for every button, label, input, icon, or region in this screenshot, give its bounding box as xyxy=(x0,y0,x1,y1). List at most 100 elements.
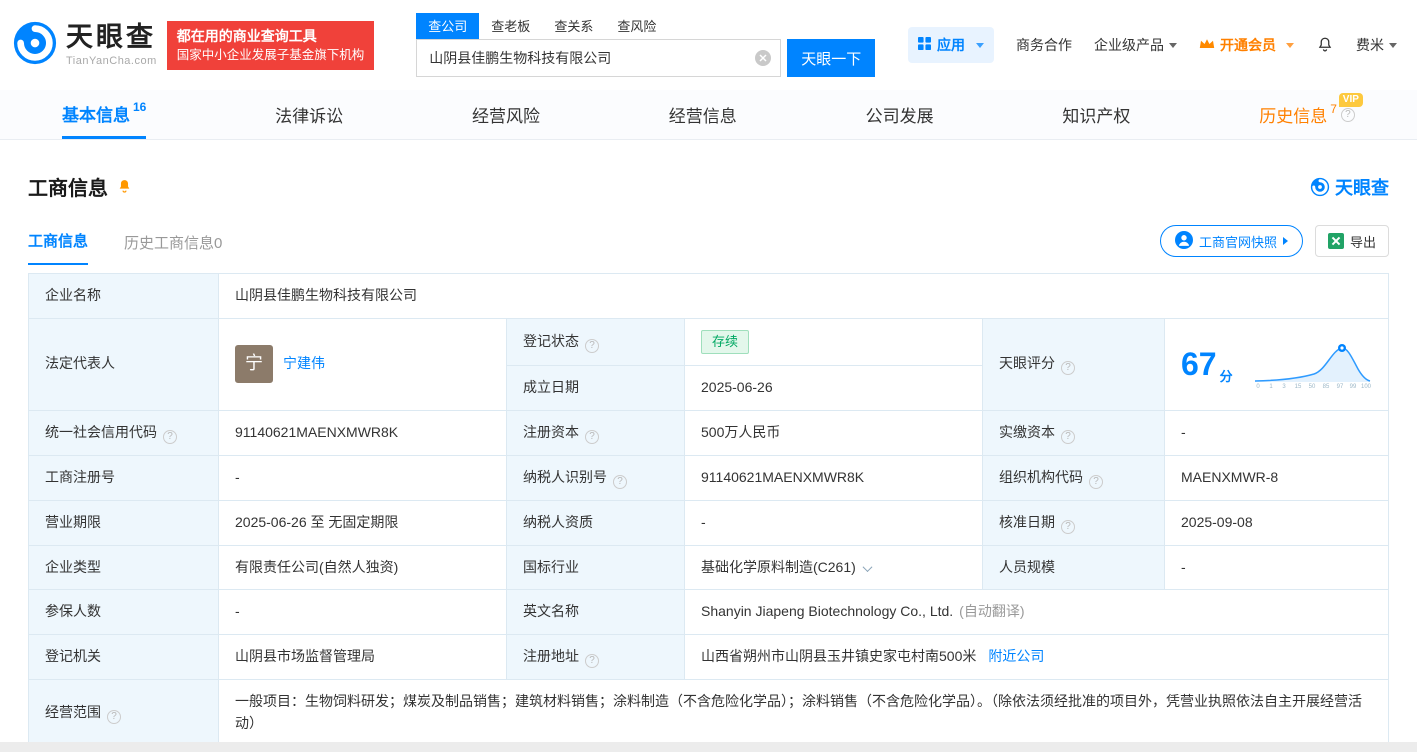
page-bottom-strip xyxy=(0,742,1417,752)
business-term-value: 2025-06-26 至 无固定期限 xyxy=(235,513,399,530)
chevron-down-icon xyxy=(1286,42,1294,48)
legal-rep-avatar[interactable]: 宁 xyxy=(235,345,273,384)
help-icon[interactable]: ? xyxy=(585,338,599,353)
tab-basic-info[interactable]: 基本信息 16 xyxy=(62,90,147,139)
help-icon[interactable]: ? xyxy=(1061,519,1075,534)
table-row: 营业期限 2025-06-26 至 无固定期限 纳税人资质 - 核准日期? 20… xyxy=(28,499,1389,546)
tab-intellectual-property[interactable]: 知识产权 xyxy=(1062,90,1130,139)
official-snapshot-button[interactable]: 工商官网快照 xyxy=(1159,225,1303,257)
main-content: 工商信息 天眼查 工商信息 历史工商信息0 工商官网快照 导出 企业名称 山阴县… xyxy=(0,172,1417,747)
tab-ip-label: 知识产权 xyxy=(1062,107,1131,126)
chevron-down-icon xyxy=(1169,42,1177,48)
notifications-bell-icon[interactable] xyxy=(1316,36,1334,54)
field-label: 组织机构代码 xyxy=(999,468,1083,485)
open-vip-label: 开通会员 xyxy=(1220,37,1276,53)
reg-number-value: - xyxy=(235,468,240,485)
score-value: 67 xyxy=(1181,346,1217,383)
help-icon[interactable]: ? xyxy=(585,653,599,668)
tab-history-count: 7 xyxy=(1330,101,1337,116)
table-row: 经营范围? 一般项目：生物饲料研发；煤炭及制品销售；建筑材料销售；涂料制造（不含… xyxy=(28,678,1389,747)
svg-text:0: 0 xyxy=(1256,384,1260,390)
legal-rep-link[interactable]: 宁建伟 xyxy=(283,353,325,375)
auto-translate-note: (自动翻译) xyxy=(959,603,1025,620)
industry-expand-icon[interactable] xyxy=(862,561,873,572)
status-badge: 存续 xyxy=(701,329,750,354)
chevron-down-icon xyxy=(1389,42,1397,48)
field-label: 纳税人识别号 xyxy=(523,468,607,485)
help-icon[interactable]: ? xyxy=(1089,474,1103,489)
help-icon[interactable]: ? xyxy=(107,709,121,724)
brand-name: 天眼查 xyxy=(66,21,156,52)
business-info-table: 企业名称 山阴县佳鹏生物科技有限公司 法定代表人 宁 宁建伟 登记状态? 存续 … xyxy=(28,273,1389,747)
nearby-companies-link[interactable]: 附近公司 xyxy=(988,648,1044,664)
score-curve-chart: 0 1 3 15 50 85 97 99 100 xyxy=(1254,344,1372,390)
table-row: 企业名称 山阴县佳鹏生物科技有限公司 xyxy=(28,273,1389,319)
slogan-line2: 国家中小企业发展子基金旗下机构 xyxy=(176,47,365,62)
tab-basic-count: 16 xyxy=(133,100,147,114)
business-coop-link[interactable]: 商务合作 xyxy=(1016,35,1072,55)
export-label: 导出 xyxy=(1349,234,1376,250)
open-vip-link[interactable]: 开通会员 xyxy=(1199,35,1294,55)
field-label: 统一社会信用代码 xyxy=(45,423,157,440)
help-icon[interactable]: ? xyxy=(1061,429,1075,444)
help-icon[interactable]: ? xyxy=(163,429,177,444)
clear-search-icon[interactable] xyxy=(755,50,772,66)
help-icon[interactable]: ? xyxy=(1061,361,1075,376)
tab-history-info[interactable]: 历史信息 7 ? VIP xyxy=(1259,90,1363,139)
field-label: 纳税人资质 xyxy=(523,513,593,530)
insured-count-value: - xyxy=(235,603,240,620)
reg-capital-value: 500万人民币 xyxy=(701,423,781,440)
business-scope-value: 一般项目：生物饲料研发；煤炭及制品销售；建筑材料销售；涂料制造（不含危险化学品）… xyxy=(235,692,1362,731)
search-tab-risk[interactable]: 查风险 xyxy=(605,13,668,39)
apps-menu-button[interactable]: 应用 xyxy=(908,27,994,63)
search-tab-company[interactable]: 查公司 xyxy=(416,13,480,39)
credit-code-value: 91140621MAENXMWR8K xyxy=(235,423,399,440)
tianyancha-logo[interactable]: 天眼查 TianYanCha.com xyxy=(12,20,157,71)
arrow-right-icon xyxy=(1282,237,1288,245)
reg-authority-value: 山阴县市场监督管理局 xyxy=(235,648,375,665)
help-icon[interactable]: ? xyxy=(1340,107,1355,122)
establish-date-value: 2025-06-26 xyxy=(701,378,773,395)
field-label: 实缴资本 xyxy=(999,423,1055,440)
search-tab-relation[interactable]: 查关系 xyxy=(542,13,605,39)
field-label: 企业类型 xyxy=(45,558,101,575)
top-bar: 天眼查 TianYanCha.com 都在用的商业查询工具 国家中小企业发展子基… xyxy=(0,0,1417,90)
tab-legal[interactable]: 法律诉讼 xyxy=(275,90,343,139)
crown-icon xyxy=(1199,37,1215,53)
search-tab-boss[interactable]: 查老板 xyxy=(479,13,542,39)
taxpayer-qualification-value: - xyxy=(701,513,706,530)
field-label: 登记状态 xyxy=(523,332,579,349)
search-button[interactable]: 天眼一下 xyxy=(787,39,876,77)
enterprise-products-link[interactable]: 企业级产品 xyxy=(1094,35,1177,55)
subtab-business-info[interactable]: 工商信息 xyxy=(28,230,89,265)
subtabs-row: 工商信息 历史工商信息0 工商官网快照 导出 xyxy=(28,225,1389,265)
watermark-text: 天眼查 xyxy=(1335,177,1389,198)
tab-operating-info[interactable]: 经营信息 xyxy=(669,90,737,139)
export-button[interactable]: 导出 xyxy=(1314,225,1389,257)
tab-risk-label: 经营风险 xyxy=(471,107,540,126)
chevron-down-icon xyxy=(976,42,984,48)
field-label: 英文名称 xyxy=(523,603,579,620)
subtab-history-business-info[interactable]: 历史工商信息0 xyxy=(124,232,222,265)
section-header: 工商信息 天眼查 xyxy=(28,172,1389,201)
score-unit: 分 xyxy=(1219,368,1233,384)
tab-operating-risk[interactable]: 经营风险 xyxy=(472,90,540,139)
table-row: 参保人数 - 英文名称 Shanyin Jiapeng Biotechnolog… xyxy=(28,589,1389,635)
field-label: 经营范围 xyxy=(45,703,101,720)
taxpayer-id-value: 91140621MAENXMWR8K xyxy=(701,468,865,485)
help-icon[interactable]: ? xyxy=(585,429,599,444)
top-right-nav: 应用 商务合作 企业级产品 开通会员 费米 xyxy=(908,27,1397,63)
search-area: 查公司 查老板 查关系 查风险 天眼一下 xyxy=(416,13,876,77)
table-row: 登记机关 山阴县市场监督管理局 注册地址? 山西省朔州市山阴县玉井镇史家屯村南5… xyxy=(28,633,1389,680)
user-menu[interactable]: 费米 xyxy=(1356,35,1397,55)
subscribe-bell-icon[interactable] xyxy=(116,178,133,195)
tab-company-development[interactable]: 公司发展 xyxy=(866,90,934,139)
enterprise-products-label: 企业级产品 xyxy=(1094,37,1164,53)
person-circle-icon xyxy=(1174,230,1193,252)
field-label: 工商注册号 xyxy=(45,468,115,485)
section-title: 工商信息 xyxy=(28,178,108,200)
search-input[interactable] xyxy=(416,39,782,77)
english-name-value: Shanyin Jiapeng Biotechnology Co., Ltd. xyxy=(701,603,954,620)
help-icon[interactable]: ? xyxy=(613,474,627,489)
svg-text:50: 50 xyxy=(1309,384,1316,390)
